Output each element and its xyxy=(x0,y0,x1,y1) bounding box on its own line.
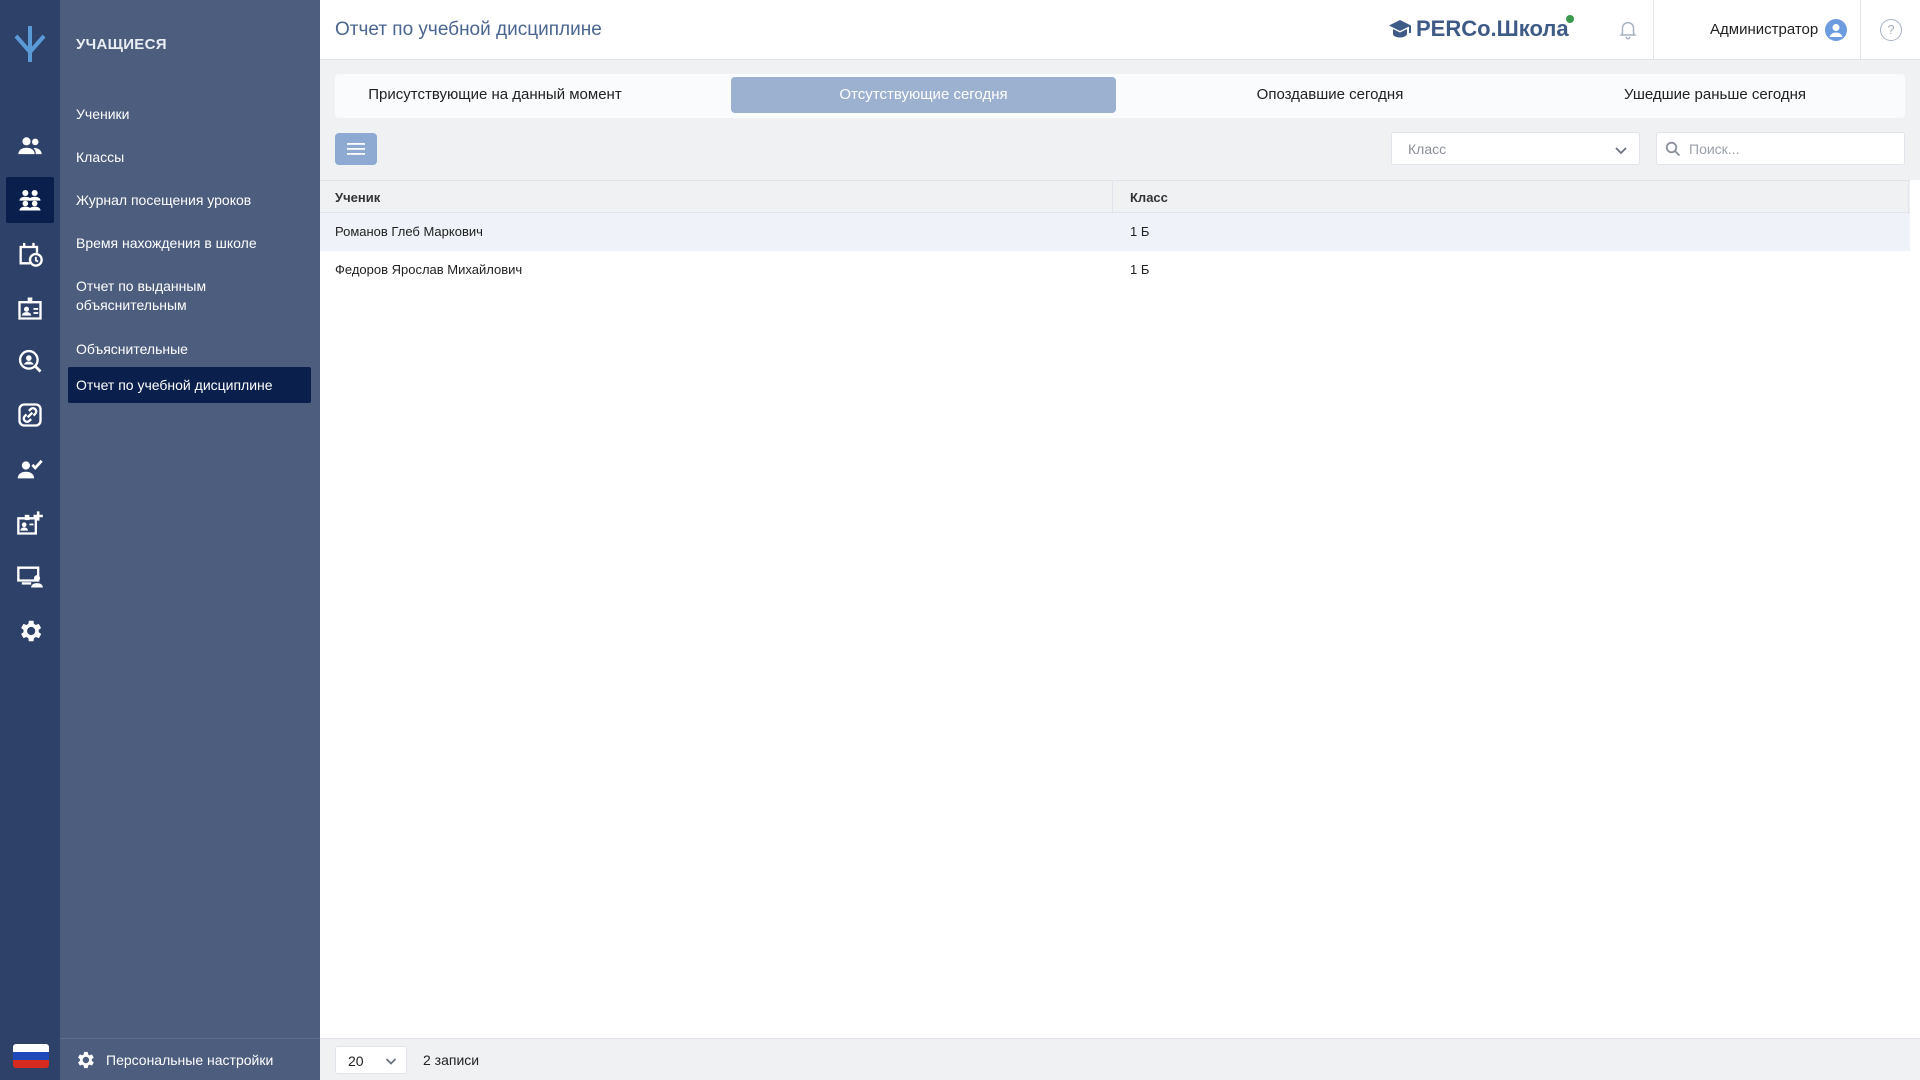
rail-search-user-icon[interactable] xyxy=(6,338,54,384)
page-size-value: 20 xyxy=(348,1053,364,1069)
calendar-clock-icon xyxy=(19,242,43,267)
help-icon[interactable]: ? xyxy=(1880,19,1902,41)
app-logo[interactable] xyxy=(0,0,60,86)
table-menu-button[interactable] xyxy=(335,133,377,165)
rail-users-icon[interactable] xyxy=(6,123,54,169)
user-check-icon xyxy=(17,459,43,479)
graduation-cap-icon xyxy=(1389,20,1411,38)
header-divider xyxy=(1860,0,1861,59)
brand-logo: PERCo.Школа xyxy=(1388,16,1569,42)
search-box xyxy=(1656,132,1905,165)
top-header: Отчет по учебной дисциплине PERCo.Школа … xyxy=(320,0,1920,60)
class-select[interactable]: Класс xyxy=(1391,132,1640,165)
personal-settings-button[interactable]: Персональные настройки xyxy=(60,1038,320,1080)
page-title: Отчет по учебной дисциплине xyxy=(335,19,602,40)
page-size-select[interactable]: 20 xyxy=(335,1046,407,1074)
students-table: Ученик Класс Романов Глеб Маркович 1 Б Ф… xyxy=(320,180,1910,289)
bell-icon xyxy=(1619,21,1637,40)
avatar-icon xyxy=(1829,24,1843,37)
table-header: Ученик Класс xyxy=(320,180,1910,213)
devices-user-icon xyxy=(17,566,43,588)
personal-settings-label: Персональные настройки xyxy=(106,1051,274,1068)
class-select-value: Класс xyxy=(1408,141,1447,157)
sidebar-item-lesson-journal[interactable]: Журнал посещения уроков xyxy=(68,184,311,217)
rail-link-icon[interactable] xyxy=(6,392,54,438)
search-input[interactable] xyxy=(1689,139,1894,159)
column-divider xyxy=(1908,181,1909,213)
sidebar-item-students[interactable]: Ученики xyxy=(68,98,311,131)
tab-absent-today[interactable]: Отсутствующие сегодня xyxy=(731,77,1116,113)
gear-icon xyxy=(78,1051,94,1068)
header-divider xyxy=(1653,0,1654,59)
id-card-icon xyxy=(18,297,42,320)
table-row[interactable]: Федоров Ярослав Михайлович 1 Б xyxy=(320,251,1910,289)
language-flag-icon[interactable] xyxy=(13,1044,49,1068)
table-footer: 20 2 записи xyxy=(320,1038,1920,1080)
rail-user-check-icon[interactable] xyxy=(6,446,54,492)
table-row[interactable]: Романов Глеб Маркович 1 Б xyxy=(320,213,1910,251)
user-name[interactable]: Администратор xyxy=(1710,21,1818,38)
search-user-icon xyxy=(18,349,42,373)
section-title: УЧАЩИЕСЯ xyxy=(76,36,167,53)
rail-id-card-icon[interactable] xyxy=(6,285,54,331)
cell-student: Романов Глеб Маркович xyxy=(335,224,483,239)
sidebar-item-classes[interactable]: Классы xyxy=(68,141,311,174)
gear-icon xyxy=(21,620,42,642)
tab-left-early-today[interactable]: Ушедшие раньше сегодня xyxy=(1525,77,1905,113)
cell-student: Федоров Ярослав Михайлович xyxy=(335,262,523,277)
main-content: Присутствующие на данный момент Отсутств… xyxy=(320,60,1920,1038)
rail-devices-icon[interactable] xyxy=(6,554,54,600)
user-avatar-icon[interactable] xyxy=(1825,19,1847,41)
tab-late-today[interactable]: Опоздавшие сегодня xyxy=(1135,77,1525,113)
column-divider xyxy=(1112,181,1113,213)
brand-text: PERCo.Школа xyxy=(1416,16,1569,41)
sidebar-item-explanations[interactable]: Объяснительные xyxy=(68,333,311,366)
rail-settings-icon[interactable] xyxy=(6,608,54,654)
section-sidebar: УЧАЩИЕСЯ Ученики Классы Журнал посещения… xyxy=(60,0,320,1080)
column-header-student[interactable]: Ученик xyxy=(335,190,380,205)
icon-rail xyxy=(0,0,60,1080)
hamburger-icon xyxy=(347,143,365,155)
users-icon xyxy=(18,137,42,155)
notifications-bell-icon[interactable] xyxy=(1617,18,1641,42)
records-count: 2 записи xyxy=(423,1052,480,1068)
sidebar-item-time-in-school[interactable]: Время нахождения в школе xyxy=(68,227,311,260)
online-status-dot xyxy=(1566,15,1574,23)
sidebar-item-explanations-report[interactable]: Отчет по выданным объяснительным xyxy=(68,270,288,322)
tab-present-now[interactable]: Присутствующие на данный момент xyxy=(335,77,655,113)
rail-students-icon[interactable] xyxy=(6,177,54,223)
link-icon xyxy=(18,403,42,427)
students-icon xyxy=(19,189,41,211)
logo-icon xyxy=(14,26,46,62)
table-background xyxy=(320,180,1920,1038)
report-tabs: Присутствующие на данный момент Отсутств… xyxy=(335,74,1905,118)
sidebar-item-discipline-report[interactable]: Отчет по учебной дисциплине xyxy=(68,367,311,403)
search-icon xyxy=(1665,141,1681,157)
cell-class: 1 Б xyxy=(1130,224,1150,239)
badge-add-icon xyxy=(17,511,43,535)
rail-badge-add-icon[interactable] xyxy=(6,500,54,546)
chevron-down-icon xyxy=(1615,147,1627,155)
chevron-down-icon xyxy=(385,1058,397,1065)
column-header-class[interactable]: Класс xyxy=(1130,190,1168,205)
cell-class: 1 Б xyxy=(1130,262,1150,277)
rail-calendar-icon[interactable] xyxy=(6,231,54,277)
